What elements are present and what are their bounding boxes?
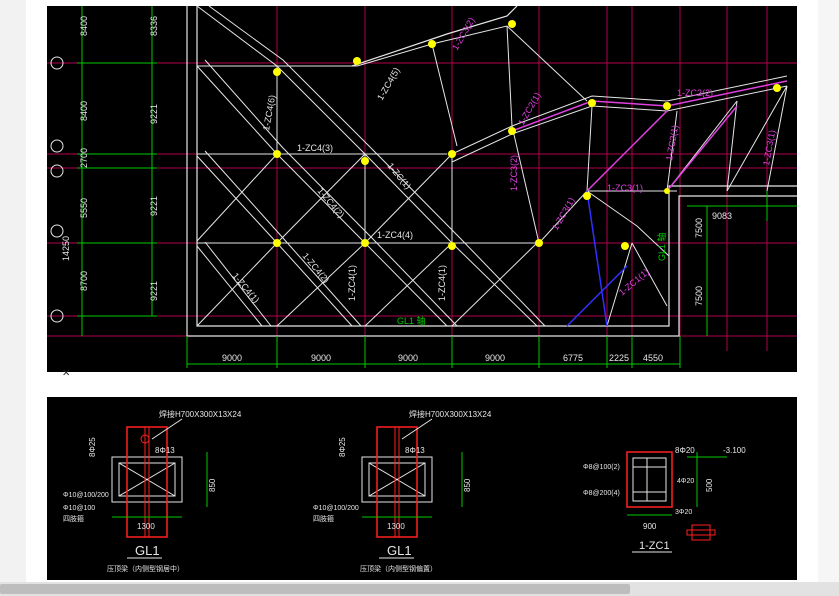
- s1-extra: 四肢箍: [63, 514, 84, 523]
- member-labels: 1-ZC4(6) 1-ZC4(3) 1-ZC4(5) 1-ZC4(2) 1-ZC…: [230, 66, 447, 305]
- left-dim-4: 5550: [79, 198, 89, 218]
- member-label-3: 1-ZC4(5): [375, 66, 402, 102]
- scrollbar-thumb[interactable]: [0, 584, 630, 594]
- bottom-dimension-lines: [186, 336, 681, 368]
- bottom-dim-7: 4550: [643, 353, 663, 363]
- s2-dim-top: 8Φ25: [338, 437, 347, 457]
- left-dim-5: 14250: [61, 236, 71, 261]
- left-dimension-lines: [77, 6, 157, 336]
- member-label-10: 1-ZC(1): [385, 161, 413, 191]
- s3-title: 1-ZC1: [639, 540, 670, 552]
- s1-stirrup1: Φ10@100/200: [63, 492, 109, 499]
- s1-title: GL1: [135, 543, 160, 558]
- left-dim-1: 8400: [79, 16, 89, 36]
- right-dim-texts: 9083 7500 7500: [694, 211, 732, 306]
- s3-bar-top: 8Φ20: [675, 446, 695, 455]
- left-dim2-4: 9221: [149, 281, 159, 301]
- detail-drawing: 焊接H700X300X13X24 8Φ25 8Φ13 Φ10@100/200 Φ…: [63, 409, 746, 573]
- structural-plan-image: 8400 8400 2700 5550 14250 8700 8336 9221…: [47, 6, 797, 372]
- s3-elev: -3.100: [723, 446, 746, 455]
- text-cursor-icon: ✕: [62, 368, 71, 379]
- plan-drawing: 8400 8400 2700 5550 14250 8700 8336 9221…: [47, 6, 797, 368]
- member-label-8: 1-ZC4(1): [347, 265, 357, 301]
- right-dim-3: 7500: [694, 286, 704, 306]
- left-dim-3: 2700: [79, 148, 89, 168]
- s2-bar: 8Φ13: [405, 446, 425, 455]
- member-label-1: 1-ZC4(6): [261, 94, 277, 131]
- magenta-label-4: 1-ZC2(2): [677, 88, 713, 98]
- blue-members: [566, 190, 628, 327]
- right-dim-2: 7500: [694, 218, 704, 238]
- left-dim2-2: 9221: [149, 104, 159, 124]
- beam-label: GL1 轴: [397, 315, 426, 326]
- left-dim-texts: 8400 8400 2700 5550 14250 8700 8336 9221…: [61, 16, 159, 301]
- section-details-image: 焊接H700X300X13X24 8Φ25 8Φ13 Φ10@100/200 Φ…: [47, 397, 797, 580]
- section-1-zc1: 8Φ20 -3.100 Φ8@100(2) Φ8@200(4) 4Φ20 500…: [583, 446, 746, 553]
- left-dim-6: 8700: [79, 271, 89, 291]
- s3-stirrup2: Φ8@200(4): [583, 490, 620, 497]
- s2-height: 850: [463, 478, 472, 492]
- bottom-dim-1: 9000: [222, 353, 242, 363]
- magenta-labels: 1-ZC3(2) 1-ZC2(1) 1-ZC3(1) 1-ZC2(2) 1-ZC…: [450, 16, 777, 298]
- s1-steel: 焊接H700X300X13X24: [159, 409, 242, 419]
- magenta-label-8: 1-ZC3(2): [509, 155, 519, 191]
- member-label-5: 1-ZC4(4): [377, 230, 413, 240]
- section-gl1-offset: 焊接H700X300X13X24 8Φ25 8Φ13 Φ10@100/200 四…: [313, 409, 492, 573]
- s2-steel: 焊接H700X300X13X24: [409, 409, 492, 419]
- s2-stirrup1: Φ10@100/200: [313, 505, 359, 512]
- s3-stirrup1: Φ8@100(2): [583, 464, 620, 471]
- s1-caption: 压顶梁（内侧型钢居中）: [107, 564, 184, 573]
- left-gutter: [0, 0, 26, 582]
- s2-extra: 四肢箍: [313, 514, 334, 523]
- s3-bot-bar: 3Φ20: [675, 509, 692, 516]
- s3-width: 900: [643, 522, 657, 531]
- member-label-9: 1-ZC4(1): [437, 265, 447, 301]
- left-dim2-3: 9221: [149, 196, 159, 216]
- s1-bar: 8Φ13: [155, 446, 175, 455]
- magenta-label-5: 1-ZC2(1): [664, 124, 680, 161]
- bottom-dim-2: 9000: [311, 353, 331, 363]
- s1-stirrup2: Φ10@100: [63, 505, 95, 512]
- grid-lines: [47, 6, 797, 351]
- bottom-dim-3: 9000: [398, 353, 418, 363]
- left-dim-2: 8400: [79, 101, 89, 121]
- s2-caption: 压顶梁（内侧型钢偏置）: [360, 564, 437, 573]
- bottom-dim-4: 9000: [485, 353, 505, 363]
- bottom-dim-5: 6775: [563, 353, 583, 363]
- s3-mid-bar: 4Φ20: [677, 478, 694, 485]
- member-label-2: 1-ZC4(3): [297, 143, 333, 153]
- s3-height: 500: [705, 478, 714, 492]
- axis-label: GL1 轴: [656, 232, 667, 261]
- s1-width: 1300: [137, 522, 155, 531]
- axis-bubbles: [50, 56, 64, 323]
- bottom-dim-texts: 9000 9000 9000 9000 6775 2225 4550: [222, 353, 663, 363]
- left-dim2-1: 8336: [149, 16, 159, 36]
- member-label-6: 1-ZC4(2): [300, 251, 331, 285]
- magenta-members: [511, 80, 788, 192]
- s2-width: 1300: [387, 522, 405, 531]
- right-dim-1: 9083: [712, 211, 732, 221]
- s1-dim-top: 8Φ25: [88, 437, 97, 457]
- member-label-4: 1-ZC4(2): [315, 186, 346, 220]
- bracing-members: [196, 6, 788, 327]
- section-gl1-centered: 焊接H700X300X13X24 8Φ25 8Φ13 Φ10@100/200 Φ…: [63, 409, 242, 573]
- right-strip: [818, 0, 839, 582]
- right-dimension-lines: [687, 191, 797, 336]
- magenta-label-7: 1-ZC3(1): [550, 196, 577, 232]
- s2-title: GL1: [387, 543, 412, 558]
- magenta-label-3: 1-ZC3(1): [607, 183, 643, 193]
- bottom-dim-6: 2225: [609, 353, 629, 363]
- s1-height: 850: [208, 478, 217, 492]
